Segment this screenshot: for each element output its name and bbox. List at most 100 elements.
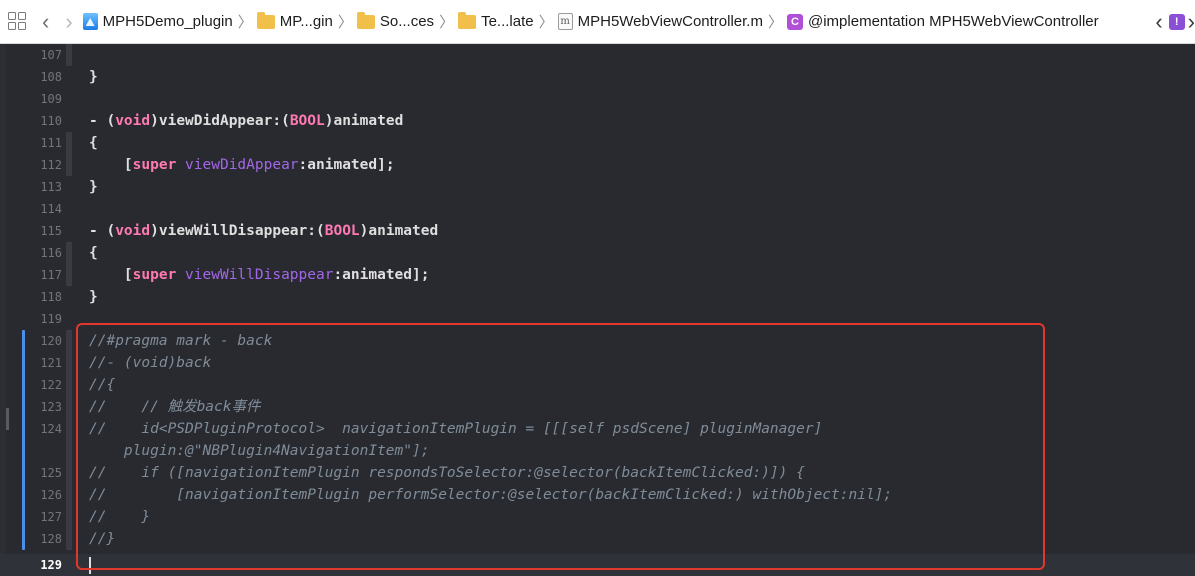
- line-number: 111: [40, 136, 62, 150]
- type-bool: BOOL: [324, 223, 360, 239]
- line-number: 118: [40, 290, 62, 304]
- bracket: [: [123, 157, 133, 173]
- code-line: 117 [super viewWillDisappear:animated];: [0, 264, 1195, 286]
- folder-icon: [356, 11, 375, 29]
- next-issue-chevron-icon[interactable]: ›: [1188, 11, 1195, 33]
- code-line: 116 {: [0, 242, 1195, 264]
- breadcrumb-separator: 〉: [237, 14, 253, 31]
- code-text: }: [89, 179, 98, 195]
- selector-name: viewWillDisappear:: [158, 223, 316, 239]
- line-number: 115: [40, 224, 62, 238]
- breadcrumb-label: MPH5WebViewController.m: [577, 13, 763, 30]
- paren: (: [281, 113, 290, 129]
- line-number: 126: [40, 488, 62, 502]
- type-bool: BOOL: [289, 113, 325, 129]
- line-number: 124: [40, 422, 62, 436]
- line-number: 109: [40, 92, 62, 106]
- code-line: 110 - (void)viewDidAppear:(BOOL)animated: [0, 110, 1195, 132]
- code-line: 115 - (void)viewWillDisappear:(BOOL)anim…: [0, 220, 1195, 242]
- breadcrumb-separator: 〉: [767, 14, 783, 31]
- line-number: 121: [40, 356, 62, 370]
- breadcrumb-label: MPH5Demo_plugin: [102, 13, 233, 30]
- line-number: 122: [40, 378, 62, 392]
- keyword-void: void: [115, 113, 151, 129]
- breadcrumb-project[interactable]: MPH5Demo_plugin: [82, 13, 233, 30]
- code-text: }: [89, 289, 98, 305]
- code-text: {: [89, 135, 98, 151]
- line-number: 108: [40, 70, 62, 84]
- jump-bar: ‹ › MPH5Demo_plugin 〉 MP...gin 〉 So...ce…: [0, 0, 1195, 44]
- paren: (: [316, 223, 325, 239]
- breadcrumb-label: @implementation MPH5WebViewController: [808, 13, 1099, 30]
- line-number: 119: [40, 312, 62, 326]
- message-send: [super viewDidAppear:animated];: [89, 154, 395, 176]
- keyword-super: super: [132, 267, 177, 283]
- code-line: 108 }: [0, 66, 1195, 88]
- code-line: 112 [super viewDidAppear:animated];: [0, 154, 1195, 176]
- paren: (: [106, 223, 116, 239]
- current-line-number: 129: [40, 558, 62, 572]
- breadcrumb-group-3[interactable]: Te...late: [458, 11, 534, 30]
- annotation-highlight-box: [76, 323, 1045, 570]
- class-icon: C: [787, 13, 803, 30]
- breadcrumb-file[interactable]: m MPH5WebViewController.m: [557, 13, 763, 30]
- line-number: 127: [40, 510, 62, 524]
- related-items-grid-icon[interactable]: [8, 11, 28, 32]
- breadcrumb-separator: 〉: [337, 14, 353, 31]
- code-line: 113 }: [0, 176, 1195, 198]
- line-number: 125: [40, 466, 62, 480]
- line-number: 116: [40, 246, 62, 260]
- line-number: 112: [40, 158, 62, 172]
- back-chevron-icon[interactable]: ‹: [42, 10, 49, 32]
- paren: ): [150, 113, 159, 129]
- code-rest: :animated];: [333, 267, 430, 283]
- selector-name: viewDidAppear:: [158, 113, 282, 129]
- folder-icon: [256, 11, 275, 29]
- issue-icon[interactable]: !: [1168, 14, 1185, 30]
- line-number: 117: [40, 268, 62, 282]
- code-line: 109: [0, 88, 1195, 110]
- objc-file-icon: m: [557, 13, 573, 30]
- code-line: 111 {: [0, 132, 1195, 154]
- paren: (: [106, 113, 116, 129]
- issue-navigator-controls: ‹ ! ›: [1155, 11, 1195, 33]
- method-declaration: - (void)viewWillDisappear:(BOOL)animated: [89, 220, 438, 242]
- xcode-project-icon: [82, 13, 98, 30]
- code-line: 107: [0, 44, 1195, 66]
- line-number: 110: [40, 114, 62, 128]
- line-number: 107: [40, 48, 62, 62]
- breadcrumb-symbol[interactable]: C @implementation MPH5WebViewController: [787, 13, 1099, 30]
- breadcrumb-separator: 〉: [538, 14, 554, 31]
- code-text: {: [89, 245, 98, 261]
- line-number: 123: [40, 400, 62, 414]
- code-text: }: [89, 69, 98, 85]
- method-name: viewWillDisappear: [185, 267, 334, 283]
- line-number: 114: [40, 202, 62, 216]
- breadcrumb-label: MP...gin: [279, 13, 333, 30]
- method-dash: -: [89, 113, 107, 129]
- line-number: 128: [40, 532, 62, 546]
- code-line: 118 }: [0, 286, 1195, 308]
- paren: ): [150, 223, 159, 239]
- source-editor[interactable]: 107 108 } 109 110 - (void)viewDidAppear:…: [0, 44, 1195, 576]
- breadcrumb-group-1[interactable]: MP...gin: [256, 11, 333, 30]
- argument-name: animated: [333, 113, 404, 129]
- line-number: 113: [40, 180, 62, 194]
- method-dash: -: [89, 223, 107, 239]
- breadcrumb-group-2[interactable]: So...ces: [356, 11, 435, 30]
- bracket: [: [123, 267, 133, 283]
- forward-chevron-icon[interactable]: ›: [65, 10, 72, 32]
- keyword-super: super: [132, 157, 177, 173]
- previous-issue-chevron-icon[interactable]: ‹: [1155, 11, 1162, 33]
- breadcrumb-label: So...ces: [379, 13, 435, 30]
- code-line: 114: [0, 198, 1195, 220]
- breadcrumb-label: Te...late: [481, 13, 534, 30]
- line-number: 120: [40, 334, 62, 348]
- folder-icon: [458, 11, 477, 29]
- argument-name: animated: [368, 223, 439, 239]
- method-declaration: - (void)viewDidAppear:(BOOL)animated: [89, 110, 403, 132]
